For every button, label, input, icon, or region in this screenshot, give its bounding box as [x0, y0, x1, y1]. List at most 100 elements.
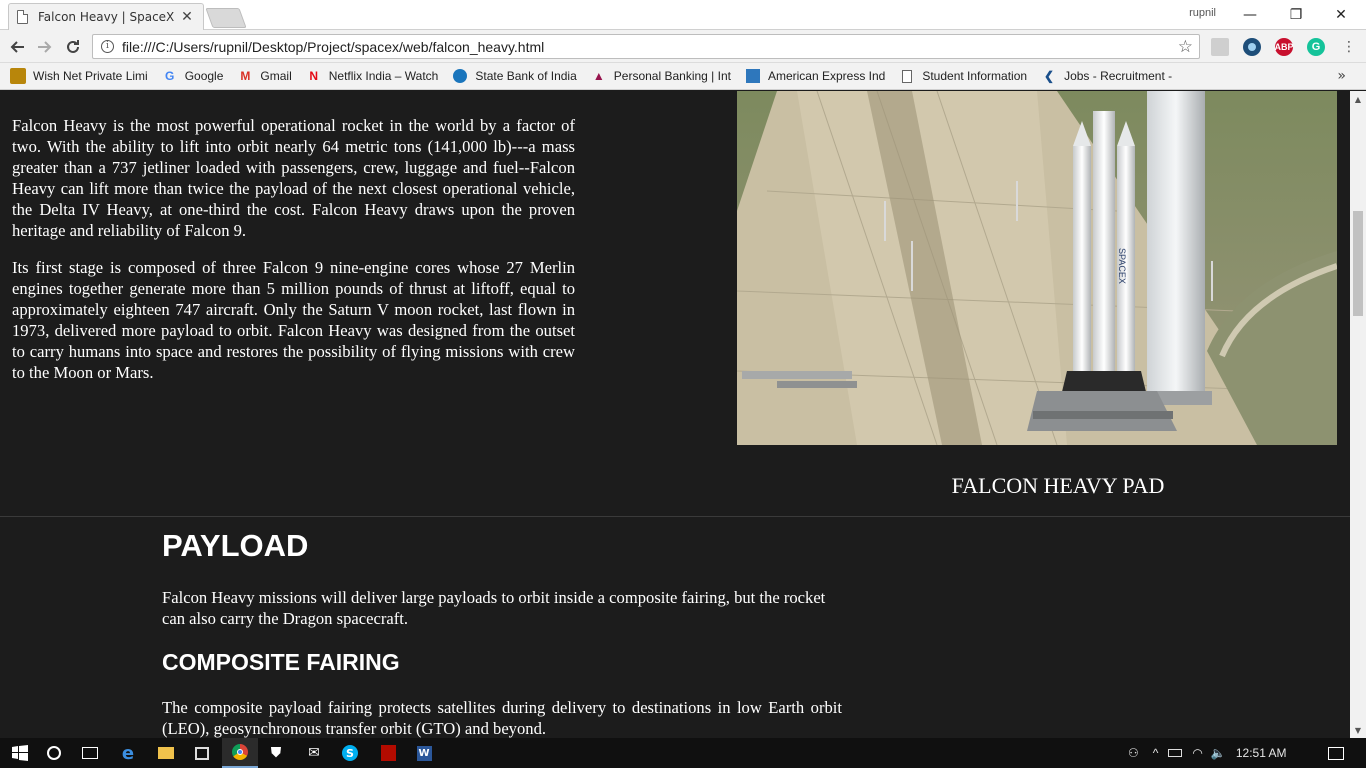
store-icon	[195, 746, 209, 760]
bookmarks-overflow-icon[interactable]: »	[1337, 68, 1346, 84]
tray-chevron-icon[interactable]: ^	[1153, 746, 1159, 760]
tab-close-icon[interactable]: ✕	[179, 9, 195, 25]
page-content: Falcon Heavy is the most powerful operat…	[0, 91, 1350, 738]
file-explorer-button[interactable]	[148, 738, 184, 768]
scroll-down-icon[interactable]: ▼	[1350, 722, 1366, 738]
payload-text: Falcon Heavy missions will deliver large…	[162, 588, 826, 628]
acrobat-button[interactable]	[370, 738, 406, 768]
image-caption: FALCON HEAVY PAD	[951, 473, 1165, 498]
action-center-button[interactable]	[1318, 738, 1354, 768]
gmail-icon: M	[240, 69, 251, 83]
amex-icon	[745, 68, 761, 84]
file-explorer-icon	[158, 747, 174, 759]
system-tray: ⚇ ^ ◠ 🔈 12:51 AM	[1128, 738, 1287, 768]
tab-falcon-heavy[interactable]: Falcon Heavy | SpaceX ✕	[8, 3, 204, 30]
netflix-icon: N	[309, 69, 319, 83]
battery-icon[interactable]	[1168, 749, 1183, 757]
back-button[interactable]	[6, 36, 28, 58]
tab-title: Falcon Heavy | SpaceX	[38, 10, 175, 24]
bookmarks-bar: Wish Net Private Limi G Google M Gmail N…	[0, 63, 1366, 90]
google-icon: G	[165, 69, 175, 83]
store-button[interactable]	[184, 738, 220, 768]
bookmark-axis[interactable]: ▲ Personal Banking | Int	[591, 68, 731, 84]
back-arrow-icon	[10, 41, 24, 53]
bookmark-label: Gmail	[260, 69, 292, 83]
info-icon[interactable]: i	[101, 40, 114, 53]
reload-icon	[67, 40, 79, 53]
falcon-heavy-pad-image: SPACEX	[737, 91, 1337, 445]
rocket-lettering: SPACEX	[1117, 248, 1127, 284]
notification-icon	[1328, 746, 1344, 760]
axis-bank-icon: ▲	[592, 69, 605, 83]
word-button[interactable]: W	[406, 738, 442, 768]
minimize-button[interactable]: —	[1227, 0, 1273, 30]
close-window-button[interactable]: ✕	[1318, 0, 1364, 30]
shield-icon: ⛊	[270, 745, 282, 761]
defender-button[interactable]: ⛊	[258, 738, 294, 768]
task-view-button[interactable]	[72, 738, 108, 768]
grammarly-icon[interactable]: G	[1307, 38, 1325, 56]
acrobat-icon	[380, 745, 396, 761]
extension-icon[interactable]	[1211, 38, 1229, 56]
bookmark-google[interactable]: G Google	[162, 68, 223, 84]
volume-icon[interactable]: 🔈	[1211, 746, 1226, 760]
windows-taskbar: e ⛊ ✉ S W ⚇ ^ ◠ 🔈 12:51 AM	[0, 738, 1366, 768]
bookmark-jobs[interactable]: ❮ Jobs - Recruitment -	[1041, 68, 1172, 84]
vertical-scrollbar[interactable]: ▲ ▼	[1350, 91, 1366, 738]
extension-circle-icon[interactable]	[1243, 38, 1261, 56]
word-icon: W	[416, 745, 432, 761]
scrollbar-thumb[interactable]	[1353, 211, 1363, 316]
people-icon[interactable]: ⚇	[1128, 746, 1139, 760]
cortana-button[interactable]	[36, 738, 72, 768]
bookmark-label: Wish Net Private Limi	[33, 69, 148, 83]
composite-fairing-text: The composite payload fairing protects s…	[162, 698, 842, 738]
intro-paragraph: Its first stage is composed of three Fal…	[12, 258, 575, 382]
bookmark-label: Jobs - Recruitment -	[1064, 69, 1173, 83]
page-icon	[899, 68, 915, 84]
composite-fairing-heading: COMPOSITE FAIRING	[162, 649, 400, 675]
bookmark-gmail[interactable]: M Gmail	[237, 68, 291, 84]
bookmark-wishnet[interactable]: Wish Net Private Limi	[10, 68, 148, 84]
chrome-taskbar-button[interactable]	[222, 738, 258, 768]
bookmark-label: Netflix India – Watch	[328, 69, 439, 83]
edge-button[interactable]: e	[110, 738, 146, 768]
cortana-icon	[47, 746, 61, 760]
launch-pad-illustration: SPACEX	[737, 91, 1337, 445]
bookmark-label: American Express Ind	[767, 69, 886, 83]
new-tab-button[interactable]	[205, 8, 247, 28]
wifi-icon[interactable]: ◠	[1192, 746, 1202, 760]
bookmark-netflix[interactable]: N Netflix India – Watch	[306, 68, 439, 84]
clock[interactable]: 12:51 AM	[1236, 746, 1287, 760]
section-divider	[0, 516, 1350, 517]
bookmark-amex[interactable]: American Express Ind	[745, 68, 885, 84]
intro-paragraph: Falcon Heavy is the most powerful operat…	[12, 116, 575, 240]
bookmark-star-icon[interactable]: ☆	[1178, 37, 1193, 57]
sbi-icon	[452, 68, 468, 84]
jobs-icon: ❮	[1044, 69, 1055, 83]
skype-icon: S	[342, 745, 358, 761]
bookmark-student[interactable]: Student Information	[899, 68, 1027, 84]
restore-button[interactable]: ❐	[1273, 0, 1319, 30]
reload-button[interactable]	[62, 36, 84, 58]
chrome-menu-icon[interactable]: ⋮	[1338, 36, 1360, 58]
mail-button[interactable]: ✉	[296, 738, 332, 768]
chrome-icon	[232, 744, 248, 760]
task-view-icon	[82, 747, 98, 759]
profile-name[interactable]: rupnil	[1189, 7, 1216, 19]
skype-button[interactable]: S	[332, 738, 368, 768]
forward-arrow-icon	[38, 41, 52, 53]
forward-button[interactable]	[34, 36, 56, 58]
document-icon	[17, 10, 28, 24]
bookmark-label: Student Information	[922, 69, 1028, 83]
browser-toolbar: i file:///C:/Users/rupnil/Desktop/Projec…	[0, 30, 1366, 63]
browser-titlebar: Falcon Heavy | SpaceX ✕ rupnil — ❐ ✕	[0, 0, 1366, 30]
url-text[interactable]: file:///C:/Users/rupnil/Desktop/Project/…	[122, 39, 1178, 55]
windows-start-icon	[12, 745, 28, 761]
payload-heading: PAYLOAD	[162, 528, 309, 563]
address-bar[interactable]: i file:///C:/Users/rupnil/Desktop/Projec…	[92, 34, 1200, 59]
adblock-plus-icon[interactable]: ABP	[1275, 38, 1294, 56]
scroll-up-icon[interactable]: ▲	[1350, 91, 1366, 107]
edge-icon: e	[121, 742, 135, 764]
start-button[interactable]	[2, 738, 38, 768]
bookmark-sbi[interactable]: State Bank of India	[452, 68, 577, 84]
